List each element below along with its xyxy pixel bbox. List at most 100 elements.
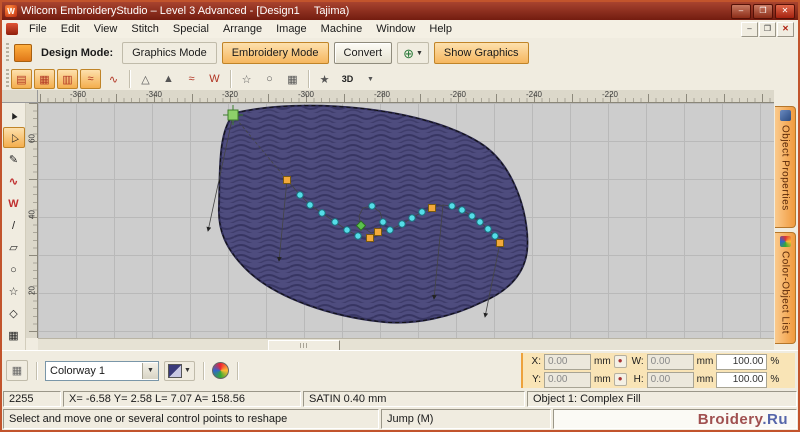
corner-point-handle xyxy=(496,239,504,247)
menu-special[interactable]: Special xyxy=(166,22,216,36)
satin-stitch-icon[interactable]: ▥ xyxy=(57,69,78,89)
menu-view[interactable]: View xyxy=(87,22,125,36)
select-tool[interactable]: ► xyxy=(3,105,25,126)
star-tool[interactable]: ☆ xyxy=(3,281,25,302)
menu-window[interactable]: Window xyxy=(369,22,422,36)
tab-color-object-list[interactable]: Color-Object List xyxy=(775,232,796,344)
x-field[interactable]: 0.00 xyxy=(544,353,591,370)
window-title: Wilcom EmbroideryStudio – Level 3 Advanc… xyxy=(21,5,300,17)
reshape-tool[interactable]: ▷ xyxy=(2,127,25,148)
x-label: X: xyxy=(531,356,541,367)
hoop-button[interactable]: ⊕ ▼ xyxy=(397,42,429,64)
ruler-label: 60 xyxy=(27,134,37,143)
hintbar: Select and move one or several control p… xyxy=(2,408,798,430)
design-mode-icon xyxy=(14,44,32,62)
ruler-label: 40 xyxy=(27,210,37,219)
colorway-palette-icon[interactable] xyxy=(211,362,229,379)
w-field[interactable]: 0.00 xyxy=(646,353,694,370)
minimize-button[interactable]: – xyxy=(731,3,751,19)
scale-h-field[interactable]: 100.00 xyxy=(716,371,768,388)
h-field[interactable]: 0.00 xyxy=(646,371,694,388)
ruler-label: -240 xyxy=(525,90,543,99)
vertical-ruler: 60 40 20 xyxy=(26,103,38,338)
horizontal-ruler: -360 -340 -320 -300 -280 -260 -240 -220 xyxy=(38,90,774,103)
mdi-restore-button[interactable]: ❐ xyxy=(759,21,776,37)
shape-tool[interactable]: ▱ xyxy=(3,237,25,258)
ruler-label: -260 xyxy=(449,90,467,99)
y-field[interactable]: 0.00 xyxy=(544,371,591,388)
lettering-tool[interactable]: W xyxy=(3,193,25,214)
embroidery-object[interactable] xyxy=(38,103,774,338)
color-toolbar: ▦ Colorway 1 ▼ ▼ X: 0.00 mm ● W: 0.00 mm… xyxy=(2,350,798,390)
run-tool[interactable]: / xyxy=(3,215,25,236)
show-graphics-button[interactable]: Show Graphics xyxy=(433,42,529,64)
column-c-icon[interactable]: ≈ xyxy=(181,69,202,89)
grid-tool[interactable]: ▦ xyxy=(3,325,25,346)
menu-image[interactable]: Image xyxy=(269,22,314,36)
star-shape-icon[interactable]: ☆ xyxy=(236,69,257,89)
y-unit: mm xyxy=(594,374,611,385)
maximize-button[interactable]: ❐ xyxy=(753,3,773,19)
design-canvas[interactable] xyxy=(38,103,774,338)
object-info: Object 1: Complex Fill xyxy=(527,391,797,407)
threed-icon[interactable]: 3D xyxy=(337,69,358,89)
current-color-button[interactable]: ▼ xyxy=(164,360,195,381)
chevron-down-icon[interactable]: ▼ xyxy=(142,362,158,379)
polygon-tool[interactable]: ◇ xyxy=(3,303,25,324)
mdi-minimize-button[interactable]: – xyxy=(741,21,758,37)
tatami-stitch-icon[interactable]: ▦ xyxy=(34,69,55,89)
ruler-label: 20 xyxy=(27,286,37,295)
globe-icon: ⊕ xyxy=(403,45,414,61)
travel-mode: Jump (M) xyxy=(381,409,551,429)
menu-edit[interactable]: Edit xyxy=(54,22,87,36)
corner-point-handle xyxy=(428,204,436,212)
ring-shape-icon[interactable]: ○ xyxy=(259,69,280,89)
complex-fill-object[interactable] xyxy=(217,104,529,324)
transform-panel: X: 0.00 mm ● W: 0.00 mm 100.00 % Y: 0.00… xyxy=(521,353,795,388)
background-icon[interactable]: ▦ xyxy=(6,360,28,381)
proportional-lock-icon[interactable]: ● xyxy=(613,355,627,368)
w-unit: mm xyxy=(696,356,714,367)
toolbar-separator xyxy=(236,361,238,380)
menu-help[interactable]: Help xyxy=(422,22,459,36)
graphics-mode-button[interactable]: Graphics Mode xyxy=(122,42,217,64)
convert-button[interactable]: Convert xyxy=(333,42,393,64)
toolbar-separator xyxy=(129,70,130,88)
toolbar-grip[interactable] xyxy=(6,43,9,63)
object-properties-icon xyxy=(779,110,791,121)
docked-panel-tabs: Object Properties Color-Object List xyxy=(774,90,798,350)
menu-stitch[interactable]: Stitch xyxy=(124,22,166,36)
column-a-icon[interactable]: △ xyxy=(135,69,156,89)
scale-w-field[interactable]: 100.00 xyxy=(716,353,768,370)
column-b-icon[interactable]: ▲ xyxy=(158,69,179,89)
h-label: H: xyxy=(633,374,644,385)
colorway-select[interactable]: Colorway 1 ▼ xyxy=(45,360,159,381)
more-tools-icon[interactable]: ▼ xyxy=(360,69,381,89)
tab-object-properties[interactable]: Object Properties xyxy=(775,106,796,228)
ruler-corner xyxy=(2,90,38,103)
ellipse-tool[interactable]: ○ xyxy=(3,259,25,280)
menu-machine[interactable]: Machine xyxy=(314,22,370,36)
embroidery-mode-button[interactable]: Embroidery Mode xyxy=(221,42,329,64)
proportional-lock-icon[interactable]: ● xyxy=(613,373,627,386)
freehand-tool[interactable]: ∿ xyxy=(3,171,25,192)
document-icon xyxy=(6,23,18,35)
zigzag-stitch-icon[interactable]: ≈ xyxy=(80,69,101,89)
close-button[interactable]: ✕ xyxy=(775,3,795,19)
chevron-down-icon: ▼ xyxy=(415,49,423,57)
mdi-close-button[interactable]: ✕ xyxy=(777,21,794,37)
effects-icon[interactable]: ★ xyxy=(314,69,335,89)
motif-run-icon[interactable]: ∿ xyxy=(103,69,124,89)
lettering-icon[interactable]: W xyxy=(204,69,225,89)
menu-file[interactable]: File xyxy=(22,22,54,36)
y-label: Y: xyxy=(532,374,541,385)
fill-stitch-icon[interactable]: ▤ xyxy=(11,69,32,89)
toolbar-grip[interactable] xyxy=(6,69,9,89)
pen-tool[interactable]: ✎ xyxy=(3,149,25,170)
stitch-toolbar: ▤ ▦ ▥ ≈ ∿ △ ▲ ≈ W ☆ ○ ▦ ★ 3D ▼ xyxy=(2,68,798,91)
horizontal-scrollbar[interactable] xyxy=(38,338,774,351)
corner-point-handle xyxy=(283,176,291,184)
ruler-label: -360 xyxy=(69,90,87,99)
mesh-icon[interactable]: ▦ xyxy=(282,69,303,89)
menu-arrange[interactable]: Arrange xyxy=(216,22,269,36)
